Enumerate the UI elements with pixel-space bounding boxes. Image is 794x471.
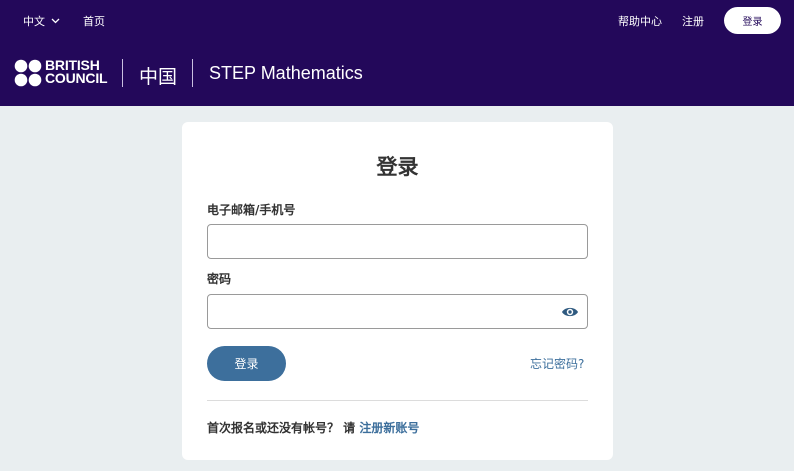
login-card: 登录 电子邮箱/手机号 密码 登录 忘记密码? 首次报名或还没有帐号？ 请 注册… xyxy=(182,122,613,460)
top-bar: 中文 首页 帮助中心 注册 登录 xyxy=(0,0,794,42)
nav-register[interactable]: 注册 xyxy=(682,13,704,29)
password-field[interactable] xyxy=(207,294,588,329)
email-field[interactable] xyxy=(207,224,588,259)
register-link[interactable]: 注册新账号 xyxy=(359,421,419,435)
signup-prompt-text: 首次报名或还没有帐号？ 请 xyxy=(207,421,360,435)
brand-bar: BRITISH COUNCIL 中国 STEP Mathematics xyxy=(0,42,794,106)
signup-prompt: 首次报名或还没有帐号？ 请 注册新账号 xyxy=(207,419,419,436)
site-header: 中文 首页 帮助中心 注册 登录 BRITISH COUNCIL 中国 STEP… xyxy=(0,0,794,106)
british-council-logo-text: BRITISH COUNCIL xyxy=(45,57,108,86)
brand-divider xyxy=(122,59,123,87)
british-council-logo-icon[interactable] xyxy=(14,59,42,87)
brand-divider xyxy=(192,59,193,87)
nav-home[interactable]: 首页 xyxy=(83,13,105,29)
forgot-password-link[interactable]: 忘记密码? xyxy=(530,355,584,372)
divider xyxy=(207,400,588,401)
eye-icon[interactable] xyxy=(561,305,579,319)
password-label: 密码 xyxy=(207,272,232,286)
login-button[interactable]: 登录 xyxy=(207,346,286,381)
language-selector[interactable]: 中文 xyxy=(23,13,60,29)
country-label: 中国 xyxy=(139,66,178,88)
product-title: STEP Mathematics xyxy=(209,63,363,83)
header-login-button[interactable]: 登录 xyxy=(724,7,781,34)
language-label: 中文 xyxy=(23,15,45,28)
email-label: 电子邮箱/手机号 xyxy=(207,203,296,217)
nav-help-center[interactable]: 帮助中心 xyxy=(618,13,662,29)
login-title: 登录 xyxy=(376,155,419,179)
chevron-down-icon xyxy=(51,18,60,24)
